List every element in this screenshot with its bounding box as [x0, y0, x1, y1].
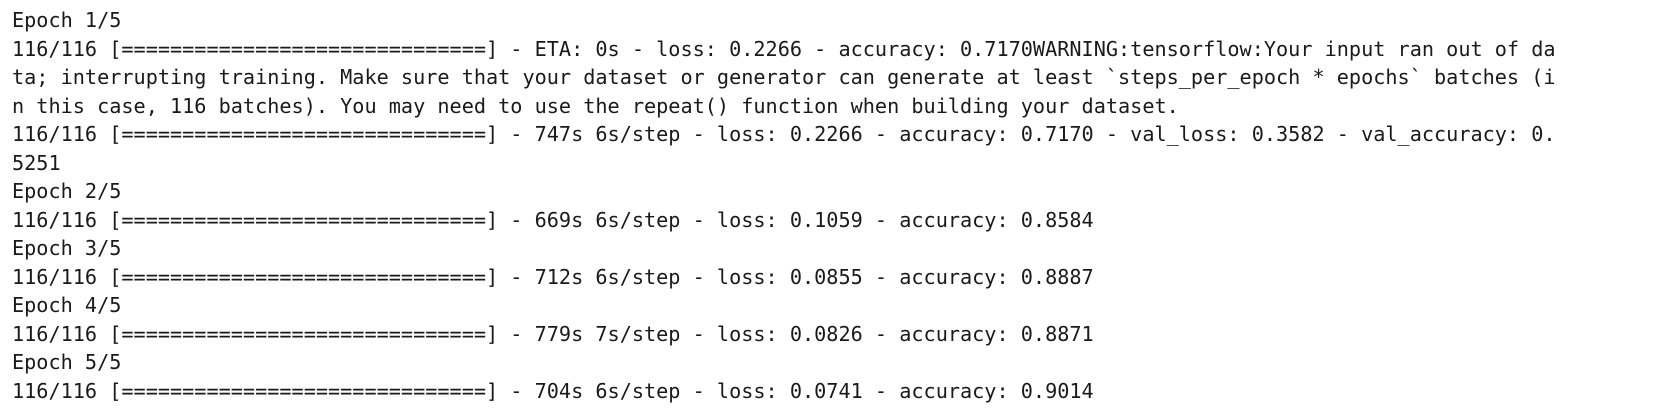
- log-line-epoch-4-result: 116/116 [==============================]…: [12, 321, 1094, 346]
- log-line-epoch-1-result: 116/116 [==============================]…: [12, 122, 1556, 146]
- log-line-epoch-2-header: Epoch 2/5: [12, 179, 122, 203]
- log-line-warning-end: n this case, 116 batches). You may need …: [12, 93, 1179, 118]
- log-line-epoch-3-result: 116/116 [==============================]…: [12, 264, 1094, 289]
- log-line-epoch-1-header: Epoch 1/5: [12, 8, 122, 32]
- log-line-epoch-4-header: Epoch 4/5: [12, 293, 122, 317]
- log-line-epoch-1-result-wrap: 5251: [12, 150, 61, 175]
- log-line-epoch-1-progress-warning: 116/116 [==============================]…: [12, 36, 1556, 61]
- training-log-output: Epoch 1/5 116/116 [=====================…: [0, 0, 1665, 419]
- log-line-warning-continued: ta; interrupting training. Make sure tha…: [12, 65, 1556, 89]
- log-line-epoch-3-header: Epoch 3/5: [12, 236, 122, 260]
- log-line-epoch-5-header: Epoch 5/5: [12, 350, 122, 374]
- log-line-epoch-2-result: 116/116 [==============================]…: [12, 207, 1094, 232]
- log-line-epoch-5-result: 116/116 [==============================]…: [12, 378, 1094, 403]
